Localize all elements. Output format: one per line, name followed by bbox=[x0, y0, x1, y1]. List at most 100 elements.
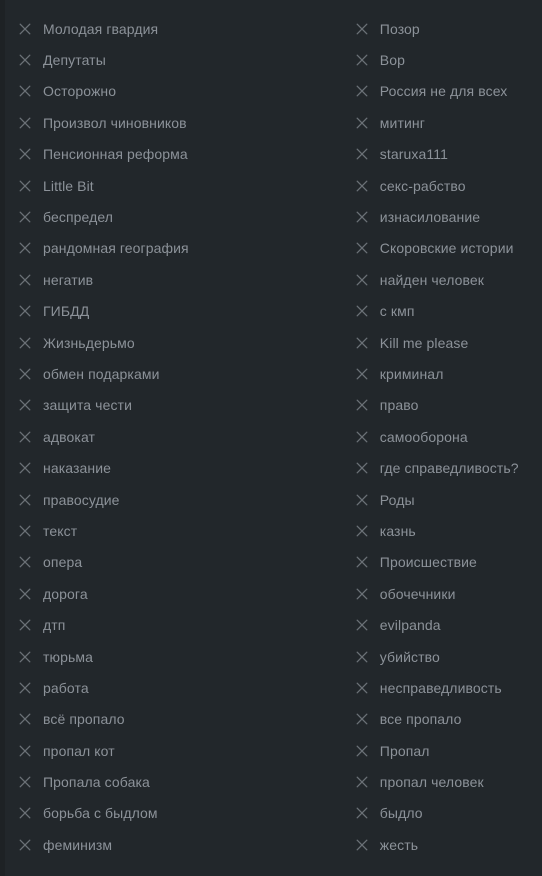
tag-row[interactable]: криминал bbox=[354, 358, 542, 389]
tag-row[interactable]: Скоровские истории bbox=[354, 233, 542, 264]
tag-row[interactable]: беспредел bbox=[17, 201, 354, 232]
close-x-icon[interactable] bbox=[17, 272, 33, 288]
tag-row[interactable]: изнасилование bbox=[354, 201, 542, 232]
tag-row[interactable]: рандомная география bbox=[17, 233, 354, 264]
tag-row[interactable]: опера bbox=[17, 547, 354, 578]
close-x-icon[interactable] bbox=[354, 711, 370, 727]
tag-row[interactable]: негатив bbox=[17, 264, 354, 295]
tag-row[interactable]: Происшествие bbox=[354, 547, 542, 578]
tag-row[interactable]: Позор bbox=[354, 13, 542, 44]
close-x-icon[interactable] bbox=[354, 52, 370, 68]
close-x-icon[interactable] bbox=[354, 586, 370, 602]
close-x-icon[interactable] bbox=[354, 240, 370, 256]
tag-row[interactable]: текст bbox=[17, 515, 354, 546]
tag-row[interactable]: борьба с быдлом bbox=[17, 798, 354, 829]
close-x-icon[interactable] bbox=[17, 366, 33, 382]
tag-row[interactable]: адвокат bbox=[17, 421, 354, 452]
close-x-icon[interactable] bbox=[17, 146, 33, 162]
close-x-icon[interactable] bbox=[354, 649, 370, 665]
close-x-icon[interactable] bbox=[354, 429, 370, 445]
tag-row[interactable]: Пропала собака bbox=[17, 766, 354, 797]
close-x-icon[interactable] bbox=[17, 178, 33, 194]
tag-row[interactable]: обмен подарками bbox=[17, 358, 354, 389]
tag-row[interactable]: Kill me please bbox=[354, 327, 542, 358]
close-x-icon[interactable] bbox=[354, 115, 370, 131]
tag-row[interactable]: Пропал bbox=[354, 735, 542, 766]
tag-row[interactable]: найден человек bbox=[354, 264, 542, 295]
close-x-icon[interactable] bbox=[17, 837, 33, 853]
close-x-icon[interactable] bbox=[17, 460, 33, 476]
close-x-icon[interactable] bbox=[17, 52, 33, 68]
close-x-icon[interactable] bbox=[17, 83, 33, 99]
tag-row[interactable]: митинг bbox=[354, 107, 542, 138]
tag-row[interactable]: Пенсионная реформа bbox=[17, 139, 354, 170]
close-x-icon[interactable] bbox=[354, 146, 370, 162]
tag-row[interactable]: пропал кот bbox=[17, 735, 354, 766]
tag-row[interactable]: Жизньдерьмо bbox=[17, 327, 354, 358]
tag-row[interactable]: ГИБДД bbox=[17, 296, 354, 327]
tag-row[interactable]: правосудие bbox=[17, 484, 354, 515]
tag-row[interactable]: staruxa111 bbox=[354, 139, 542, 170]
tag-row[interactable]: Молодая гвардия bbox=[17, 13, 354, 44]
close-x-icon[interactable] bbox=[354, 837, 370, 853]
close-x-icon[interactable] bbox=[354, 492, 370, 508]
tag-row[interactable]: обочечники bbox=[354, 578, 542, 609]
close-x-icon[interactable] bbox=[354, 680, 370, 696]
tag-row[interactable]: Осторожно bbox=[17, 76, 354, 107]
close-x-icon[interactable] bbox=[354, 397, 370, 413]
tag-row[interactable]: всё пропало bbox=[17, 704, 354, 735]
tag-row[interactable]: Little Bit bbox=[17, 170, 354, 201]
close-x-icon[interactable] bbox=[354, 523, 370, 539]
close-x-icon[interactable] bbox=[354, 554, 370, 570]
close-x-icon[interactable] bbox=[354, 335, 370, 351]
close-x-icon[interactable] bbox=[354, 460, 370, 476]
close-x-icon[interactable] bbox=[354, 83, 370, 99]
tag-row[interactable]: секс-рабство bbox=[354, 170, 542, 201]
close-x-icon[interactable] bbox=[17, 680, 33, 696]
close-x-icon[interactable] bbox=[17, 303, 33, 319]
close-x-icon[interactable] bbox=[17, 492, 33, 508]
close-x-icon[interactable] bbox=[17, 115, 33, 131]
tag-row[interactable]: пропал человек bbox=[354, 766, 542, 797]
tag-row[interactable]: Произвол чиновников bbox=[17, 107, 354, 138]
tag-row[interactable]: все пропало bbox=[354, 704, 542, 735]
tag-row[interactable]: самооборона bbox=[354, 421, 542, 452]
close-x-icon[interactable] bbox=[17, 523, 33, 539]
close-x-icon[interactable] bbox=[17, 743, 33, 759]
close-x-icon[interactable] bbox=[354, 178, 370, 194]
close-x-icon[interactable] bbox=[17, 586, 33, 602]
tag-row[interactable]: казнь bbox=[354, 515, 542, 546]
close-x-icon[interactable] bbox=[17, 711, 33, 727]
close-x-icon[interactable] bbox=[354, 21, 370, 37]
tag-row[interactable]: с кмп bbox=[354, 296, 542, 327]
tag-row[interactable]: убийство bbox=[354, 641, 542, 672]
close-x-icon[interactable] bbox=[354, 366, 370, 382]
tag-row[interactable]: дорога bbox=[17, 578, 354, 609]
tag-row[interactable]: дтп bbox=[17, 609, 354, 640]
close-x-icon[interactable] bbox=[354, 617, 370, 633]
tag-row[interactable]: наказание bbox=[17, 452, 354, 483]
close-x-icon[interactable] bbox=[354, 774, 370, 790]
tag-row[interactable]: несправедливость bbox=[354, 672, 542, 703]
close-x-icon[interactable] bbox=[354, 209, 370, 225]
tag-row[interactable]: Роды bbox=[354, 484, 542, 515]
close-x-icon[interactable] bbox=[17, 209, 33, 225]
close-x-icon[interactable] bbox=[17, 649, 33, 665]
tag-row[interactable]: где справедливость? bbox=[354, 452, 542, 483]
close-x-icon[interactable] bbox=[17, 240, 33, 256]
tag-row[interactable]: работа bbox=[17, 672, 354, 703]
close-x-icon[interactable] bbox=[354, 303, 370, 319]
close-x-icon[interactable] bbox=[17, 554, 33, 570]
tag-row[interactable]: жесть bbox=[354, 829, 542, 860]
close-x-icon[interactable] bbox=[354, 805, 370, 821]
close-x-icon[interactable] bbox=[354, 743, 370, 759]
tag-row[interactable]: тюрьма bbox=[17, 641, 354, 672]
close-x-icon[interactable] bbox=[17, 774, 33, 790]
tag-row[interactable]: быдло bbox=[354, 798, 542, 829]
tag-row[interactable]: феминизм bbox=[17, 829, 354, 860]
close-x-icon[interactable] bbox=[354, 272, 370, 288]
tag-row[interactable]: Россия не для всех bbox=[354, 76, 542, 107]
close-x-icon[interactable] bbox=[17, 21, 33, 37]
close-x-icon[interactable] bbox=[17, 335, 33, 351]
close-x-icon[interactable] bbox=[17, 429, 33, 445]
